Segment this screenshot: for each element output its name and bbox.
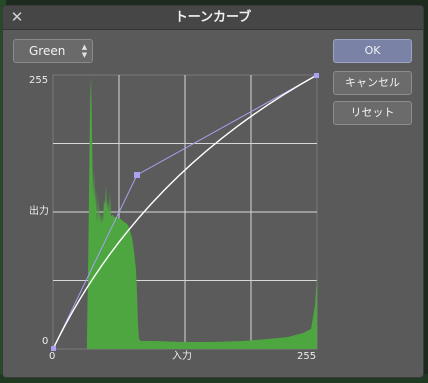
channel-select[interactable]: Green ▲ ▼ <box>13 39 93 63</box>
y-axis-origin-label: 0 <box>42 336 49 347</box>
dialog-title: トーンカーブ <box>174 10 252 25</box>
cancel-button[interactable]: キャンセル <box>333 71 412 95</box>
tone-curve-graph[interactable] <box>51 73 319 351</box>
channel-select-value: Green <box>29 44 66 58</box>
y-axis-max-label: 255 <box>29 75 49 86</box>
x-axis-max-label: 255 <box>297 351 317 362</box>
x-axis-min-label: 0 <box>49 351 56 362</box>
y-axis-label: 出力 <box>29 206 49 217</box>
close-icon[interactable]: ✕ <box>8 8 26 26</box>
tone-curve-dialog: トーンカーブ ✕ Green ▲ ▼ OK キャンセル リセット 255 出力 0… <box>2 5 424 378</box>
curve-point-handle[interactable] <box>134 172 140 178</box>
ok-button[interactable]: OK <box>333 39 412 63</box>
up-down-stepper-icon: ▲ ▼ <box>81 43 88 59</box>
curve-point-handle[interactable] <box>51 346 56 351</box>
reset-button[interactable]: リセット <box>333 101 412 125</box>
x-axis-label: 入力 <box>172 351 192 362</box>
curve-point-handle[interactable] <box>314 73 319 78</box>
title-bar: トーンカーブ ✕ <box>3 6 423 30</box>
